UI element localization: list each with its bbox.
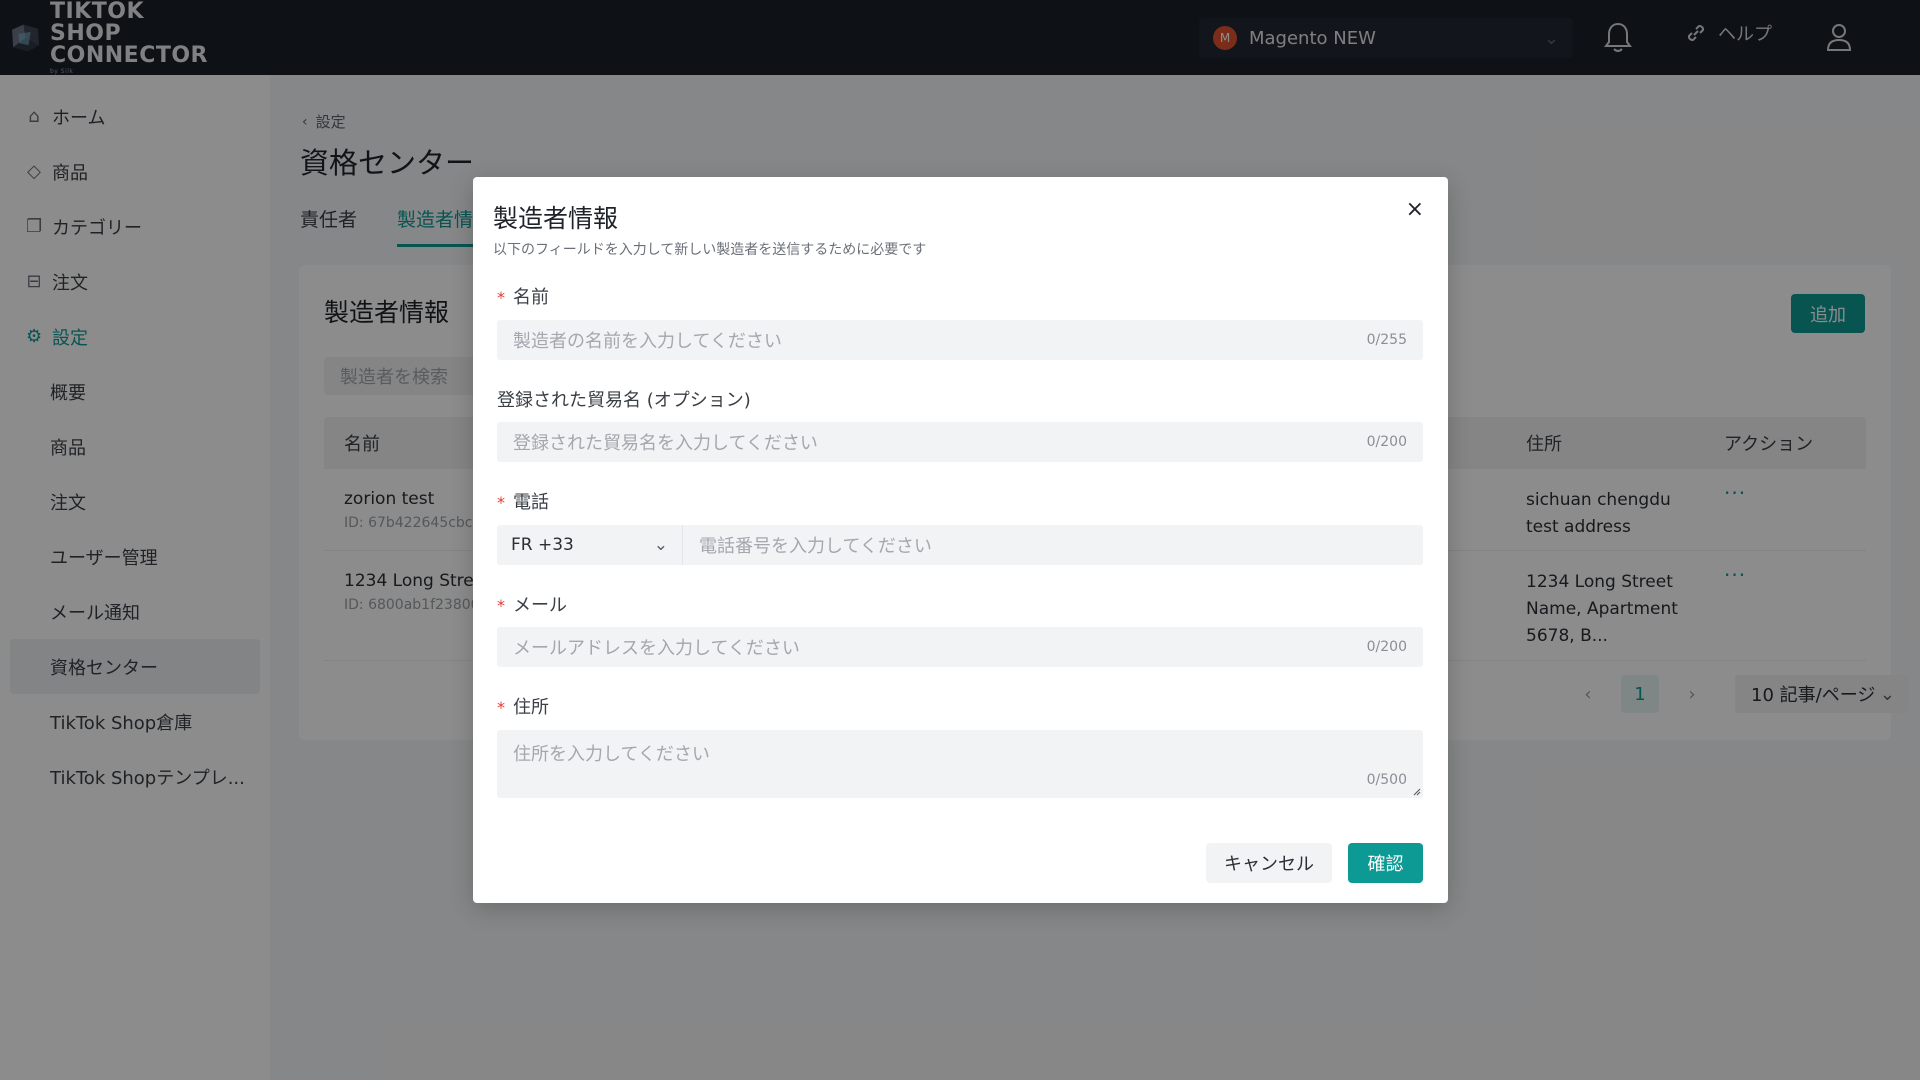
country-code-value: FR +33	[511, 535, 574, 555]
close-icon[interactable]: ×	[1406, 197, 1424, 222]
address-label: * 住所	[497, 693, 549, 719]
name-placeholder: 製造者の名前を入力してください	[513, 331, 782, 352]
cancel-button[interactable]: キャンセル	[1206, 843, 1332, 883]
country-code-select[interactable]: FR +33 ⌄	[497, 525, 683, 565]
email-label-text: メール	[513, 595, 567, 616]
name-char-count: 0/255	[1366, 332, 1407, 348]
modal-title: 製造者情報	[493, 204, 619, 233]
trade-name-char-count: 0/200	[1366, 434, 1407, 450]
address-label-text: 住所	[513, 697, 549, 718]
email-label: * メール	[497, 591, 567, 617]
phone-field: FR +33 ⌄ 電話番号を入力してください	[497, 525, 1423, 565]
modal-subtitle: 以下のフィールドを入力して新しい製造者を送信するために必要です	[493, 242, 927, 258]
address-placeholder: 住所を入力してください	[513, 744, 710, 765]
trade-name-input[interactable]: 登録された貿易名を入力してください 0/200	[497, 422, 1423, 462]
chevron-down-icon: ⌄	[653, 535, 668, 555]
name-label: * 名前	[497, 283, 549, 309]
name-label-text: 名前	[513, 287, 549, 308]
phone-label-text: 電話	[513, 492, 549, 513]
manufacturer-modal: 製造者情報 以下のフィールドを入力して新しい製造者を送信するために必要です × …	[473, 177, 1448, 903]
address-textarea[interactable]: 住所を入力してください 0/500	[497, 730, 1423, 798]
trade-name-label-text: 登録された貿易名 (オプション)	[497, 390, 751, 411]
name-input[interactable]: 製造者の名前を入力してください 0/255	[497, 320, 1423, 360]
email-placeholder: メールアドレスを入力してください	[513, 638, 800, 659]
phone-input[interactable]: 電話番号を入力してください	[683, 525, 1423, 565]
required-mark: *	[497, 288, 505, 307]
required-mark: *	[497, 698, 505, 717]
trade-name-label: 登録された貿易名 (オプション)	[497, 386, 751, 412]
email-char-count: 0/200	[1366, 639, 1407, 655]
confirm-button[interactable]: 確認	[1348, 843, 1423, 883]
address-char-count: 0/500	[1366, 772, 1407, 788]
email-input[interactable]: メールアドレスを入力してください 0/200	[497, 627, 1423, 667]
resize-handle-icon[interactable]	[1411, 786, 1421, 796]
required-mark: *	[497, 493, 505, 512]
trade-name-placeholder: 登録された貿易名を入力してください	[513, 433, 818, 454]
phone-label: * 電話	[497, 488, 549, 514]
required-mark: *	[497, 596, 505, 615]
